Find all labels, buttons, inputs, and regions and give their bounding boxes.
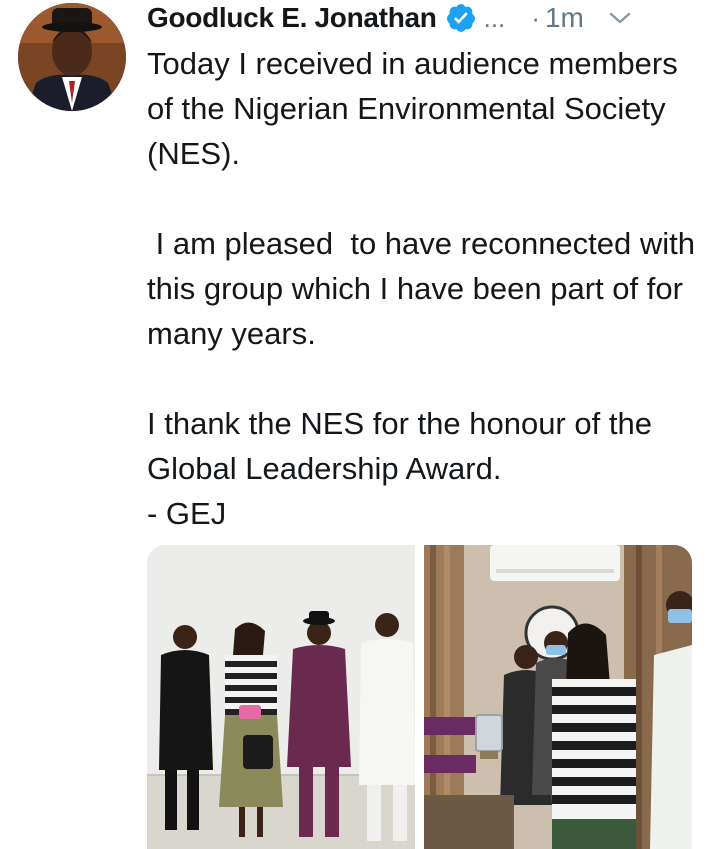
author-avatar[interactable]	[18, 3, 126, 111]
verified-badge-icon	[445, 2, 477, 34]
tweet-paragraph: I am pleased to have reconnected with th…	[147, 226, 704, 351]
media-photo-group[interactable]	[147, 545, 415, 849]
tweet-paragraph: Today I received in audience members of …	[147, 46, 687, 171]
tweet-timestamp[interactable]: 1m	[545, 2, 584, 34]
media-photo-award[interactable]	[424, 545, 692, 849]
tweet-header: Goodluck E. Jonathan ... · 1m	[147, 0, 697, 36]
tweet-text: Today I received in audience members of …	[147, 41, 707, 536]
author-name[interactable]: Goodluck E. Jonathan	[147, 2, 437, 34]
tweet-media	[147, 545, 692, 849]
name-truncation: ...	[483, 2, 506, 33]
tweet-paragraph: I thank the NES for the honour of the Gl…	[147, 406, 652, 531]
chevron-down-icon[interactable]	[608, 10, 632, 26]
separator-dot: ·	[531, 2, 540, 33]
